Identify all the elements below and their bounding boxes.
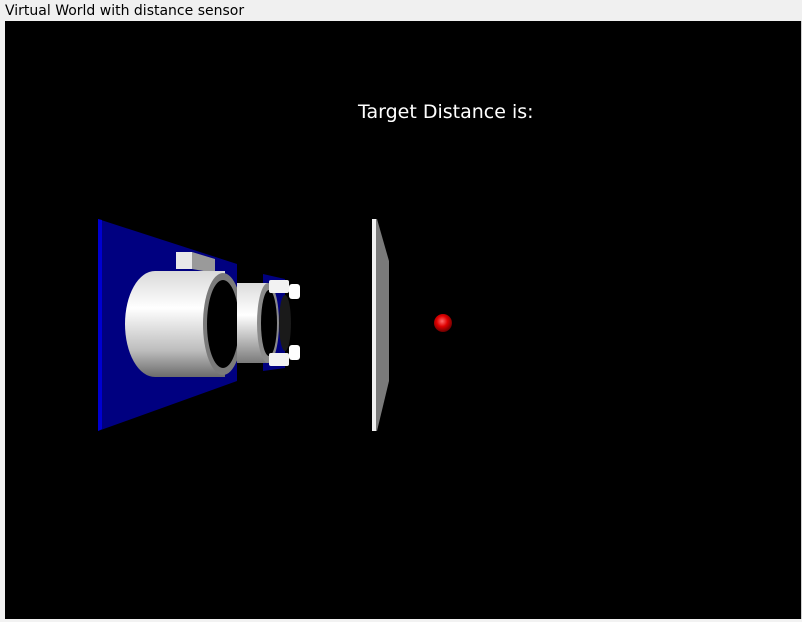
sensor-transducer-left <box>125 271 243 377</box>
window-title-bar: Virtual World with distance sensor <box>0 0 802 21</box>
target-ball[interactable] <box>434 314 452 332</box>
target-plate <box>372 219 389 431</box>
3d-viewport[interactable]: Target Distance is: <box>5 21 801 619</box>
window-title: Virtual World with distance sensor <box>5 3 245 19</box>
target-distance-label: Target Distance is: <box>358 101 534 123</box>
